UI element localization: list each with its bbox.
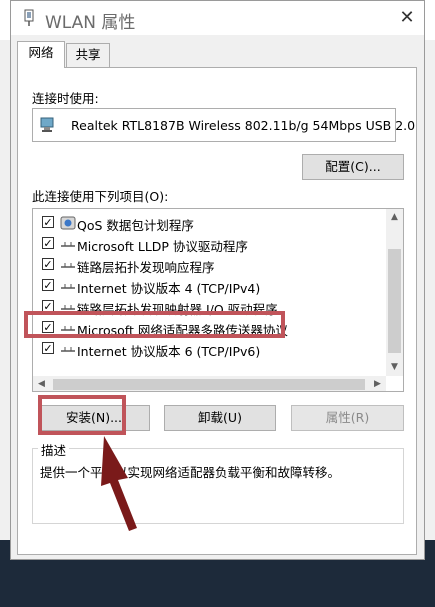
scroll-up-icon[interactable]: ▲ (386, 209, 403, 226)
item-label: Microsoft LLDP 协议驱动程序 (77, 239, 248, 254)
description-label: 描述 (38, 440, 70, 459)
protocol-icon (61, 242, 75, 247)
protocol-icon (61, 347, 75, 352)
adapter-icon (40, 117, 54, 132)
list-item[interactable]: ✓ Microsoft LLDP 协议驱动程序 (33, 233, 378, 254)
protocol-icon (61, 263, 75, 268)
checkbox[interactable]: ✓ (42, 342, 54, 354)
adapter-field: Realtek RTL8187B Wireless 802.11b/g 54Mb… (32, 108, 415, 142)
checkbox[interactable]: ✓ (42, 216, 54, 228)
configure-button[interactable]: 配置(C)... (302, 154, 404, 180)
tab-network[interactable]: 网络 (17, 41, 65, 68)
checkbox[interactable]: ✓ (42, 237, 54, 249)
item-label: QoS 数据包计划程序 (77, 218, 194, 233)
adapter-name: Realtek RTL8187B Wireless 802.11b/g 54Mb… (71, 118, 416, 133)
item-label: 链路层拓扑发现响应程序 (77, 260, 215, 275)
list-item[interactable]: ✓ 链路层拓扑发现响应程序 (33, 254, 378, 275)
vertical-scroll-thumb[interactable] (388, 249, 401, 353)
description-group (32, 448, 404, 524)
scroll-right-icon[interactable]: ▶ (369, 376, 386, 391)
items-label: 此连接使用下列项目(O): (32, 189, 169, 204)
list-item[interactable]: ✓ QoS 数据包计划程序 (33, 212, 378, 233)
connect-using-label: 连接时使用: (32, 91, 99, 106)
window-title: WLAN 属性 (45, 13, 136, 33)
uninstall-button[interactable]: 卸载(U) (164, 405, 276, 431)
description-text: 提供一个平台以实现网络适配器负载平衡和故障转移。 (40, 465, 341, 480)
highlight-multiplexor-item (24, 311, 285, 338)
network-adapter-icon (24, 9, 34, 26)
checkbox[interactable]: ✓ (42, 279, 54, 291)
title-bar: WLAN 属性 ✕ (11, 1, 424, 35)
list-item[interactable]: ✓ Internet 协议版本 6 (TCP/IPv6) (33, 338, 378, 359)
tab-sharing[interactable]: 共享 (66, 43, 110, 67)
scroll-left-icon[interactable]: ◀ (33, 376, 50, 391)
list-item[interactable]: ✓ Internet 协议版本 4 (TCP/IPv4) (33, 275, 378, 296)
item-label: Internet 协议版本 6 (TCP/IPv6) (77, 344, 261, 359)
scroll-down-icon[interactable]: ▼ (386, 359, 403, 376)
properties-button[interactable]: 属性(R) (291, 405, 404, 431)
close-button[interactable]: ✕ (393, 5, 421, 31)
highlight-install-button (38, 395, 126, 435)
horizontal-scrollbar[interactable]: ◀ ▶ (33, 376, 386, 391)
horizontal-scroll-thumb[interactable] (53, 379, 365, 390)
qos-icon (60, 216, 76, 230)
protocol-icon (61, 284, 75, 289)
close-icon: ✕ (399, 7, 415, 28)
wlan-properties-dialog: WLAN 属性 ✕ 网络 共享 连接时使用: Realtek RTL8187B … (10, 0, 425, 560)
items-list[interactable]: ✓ QoS 数据包计划程序 ✓ Microsoft LLDP 协议驱动程序 ✓ (32, 208, 404, 392)
vertical-scrollbar[interactable]: ▲ ▼ (386, 209, 403, 376)
checkbox[interactable]: ✓ (42, 258, 54, 270)
item-label: Internet 协议版本 4 (TCP/IPv4) (77, 281, 261, 296)
